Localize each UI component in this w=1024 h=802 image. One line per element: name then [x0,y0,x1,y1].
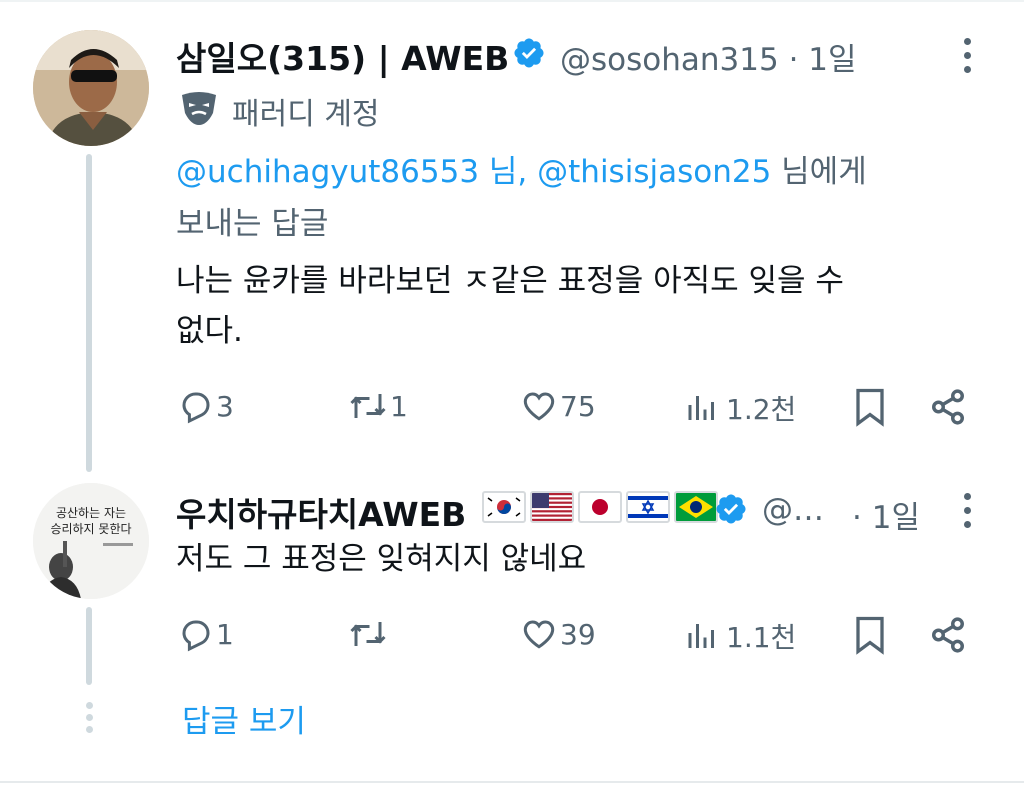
reply-button[interactable]: 3 [178,388,234,424]
views-chart-icon [688,624,714,648]
handle[interactable]: @… [762,492,824,528]
thread-connector-line [86,607,92,685]
bookmark-icon[interactable] [852,387,888,427]
repost-icon [350,394,386,418]
like-button[interactable]: 39 [520,616,596,652]
share-icon[interactable] [928,388,968,426]
show-replies-link[interactable]: 답글 보기 [182,696,306,741]
handle-time: @sosohan315 · 1일 [560,34,857,79]
korea-flag-icon [482,491,526,523]
collapsed-replies-dot [86,714,93,721]
collapsed-replies-dot [86,702,93,709]
reply-count: 1 [216,617,234,651]
reply-icon [182,392,210,424]
bottom-divider [0,781,1024,783]
collapsed-replies-dot [86,726,93,733]
flag-emojis [482,491,722,523]
mention-link[interactable]: @uchihagyut86553 [176,154,479,190]
israel-flag-icon [626,491,670,523]
views-count: 1.2천 [726,393,797,426]
repost-button[interactable]: 1 [346,388,408,424]
separator-dot: · [852,500,862,536]
account-label: 패러디 계정 [232,97,380,132]
timestamp[interactable]: 1일 [808,42,856,78]
avatar[interactable]: 공산하는 자는 승리하지 못한다 [33,483,149,599]
brazil-flag-icon [674,491,718,523]
views-count: 1.1천 [726,621,797,654]
views-chart-icon [688,396,714,420]
repost-button[interactable] [346,616,390,652]
book-title-line-2: 승리하지 못한다 [50,522,131,536]
handle[interactable]: @sosohan315 [560,42,779,78]
usa-flag-icon [530,491,574,523]
reply-context: @uchihagyut86553 님, @thisisjason25 님에게 보… [176,146,867,250]
like-count: 75 [560,389,596,423]
handle-time: · 1일 [852,492,920,537]
reply-button[interactable]: 1 [178,616,234,652]
repost-icon [350,622,386,646]
avatar-photo [33,30,149,146]
mention-link[interactable]: @thisisjason25 [537,154,771,190]
reply-context-text: 보내는 답글 [176,206,329,242]
heart-icon [523,392,555,421]
reply-icon [182,620,210,652]
reply-context-text: 님, [479,154,538,190]
display-name[interactable]: 우치하규타치AWEB [176,488,466,536]
like-button[interactable]: 75 [520,388,596,424]
separator-dot: · [788,42,799,78]
parody-mask-icon [182,92,216,125]
top-divider [0,0,1024,2]
reply-context-text: 님에게 [771,154,867,190]
tweet-text: 나는 윤카를 바라보던 ㅈ같은 표정을 아직도 잊을 수 없다. [176,263,844,349]
like-count: 39 [560,617,596,651]
more-options-icon[interactable] [962,38,972,80]
verified-badge-icon [514,38,544,68]
thread-connector-line [86,154,92,472]
reply-count: 3 [216,389,234,423]
views-button[interactable]: 1.1천 [682,616,796,656]
japan-flag-icon [578,491,622,523]
bookmark-icon[interactable] [852,615,888,655]
avatar-book-cover: 공산하는 자는 승리하지 못한다 [33,483,149,599]
tweet-text: 저도 그 표정은 잊혀지지 않네요 [176,541,587,577]
verified-badge-icon [716,494,746,524]
book-title-line-1: 공산하는 자는 [56,506,126,520]
heart-icon [523,620,555,649]
share-icon[interactable] [928,616,968,654]
avatar[interactable] [33,30,149,146]
timestamp[interactable]: 1일 [872,500,920,536]
views-button[interactable]: 1.2천 [682,388,796,428]
display-name[interactable]: 삼일오(315) | AWEB [176,32,509,80]
repost-count: 1 [390,389,408,423]
more-options-icon[interactable] [962,493,972,535]
